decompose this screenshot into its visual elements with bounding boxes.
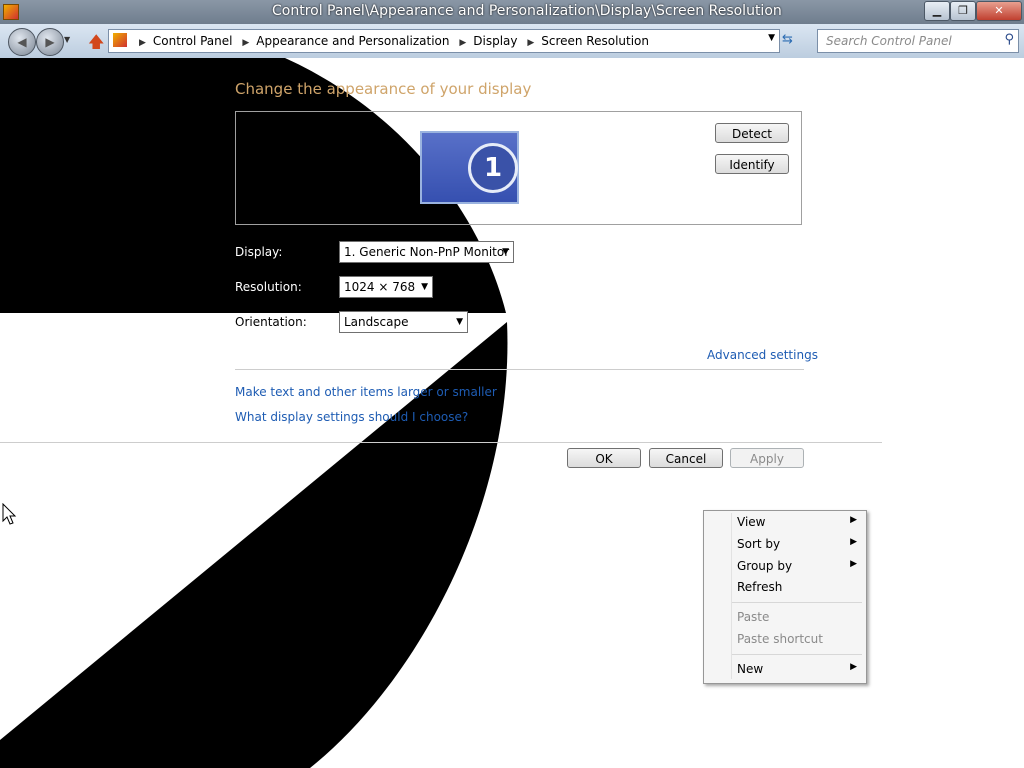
resolution-label: Resolution: (235, 280, 302, 294)
submenu-arrow-icon: ▶ (850, 559, 857, 569)
context-menu: View ▶ Sort by ▶ Group by ▶ Refresh Paste P… (703, 510, 867, 684)
divider (0, 442, 882, 443)
menu-item-paste[interactable]: Paste (737, 610, 857, 624)
menu-item-view[interactable]: View ▶ (737, 515, 857, 529)
cancel-button[interactable]: Cancel (649, 448, 723, 468)
chevron-down-icon: ▼ (502, 247, 509, 257)
monitor-1-icon[interactable]: 1 (420, 131, 519, 204)
orientation-value: Landscape (344, 315, 409, 329)
display-label: Display: (235, 245, 283, 259)
menu-item-new[interactable]: New ▶ (737, 662, 857, 676)
menu-item-refresh[interactable]: Refresh (737, 580, 857, 594)
divider (235, 369, 804, 370)
display-dropdown[interactable]: 1. Generic Non-PnP Monitor ▼ (339, 241, 514, 263)
chevron-down-icon: ▼ (421, 282, 428, 292)
mouse-cursor-icon (2, 503, 17, 525)
apply-button[interactable]: Apply (730, 448, 804, 468)
orientation-dropdown[interactable]: Landscape ▼ (339, 311, 468, 333)
text-size-link[interactable]: Make text and other items larger or smal… (235, 385, 497, 399)
chevron-down-icon: ▼ (456, 317, 463, 327)
identify-button[interactable]: Identify (715, 154, 789, 174)
content-area: Change the appearance of your display 1 … (0, 58, 1024, 768)
page-title: Change the appearance of your display (235, 80, 532, 98)
menu-item-group-by[interactable]: Group by ▶ (737, 559, 857, 573)
menu-separator (732, 654, 862, 655)
resolution-value: 1024 × 768 (344, 280, 416, 294)
ok-button[interactable]: OK (567, 448, 641, 468)
submenu-arrow-icon: ▶ (850, 537, 857, 547)
resolution-dropdown[interactable]: 1024 × 768 ▼ (339, 276, 433, 298)
advanced-settings-link[interactable]: Advanced settings (707, 348, 818, 362)
menu-item-paste-shortcut[interactable]: Paste shortcut (737, 632, 857, 646)
orientation-label: Orientation: (235, 315, 307, 329)
detect-button[interactable]: Detect (715, 123, 789, 143)
menu-separator (732, 602, 862, 603)
help-link[interactable]: What display settings should I choose? (235, 410, 468, 424)
menu-item-sort-by[interactable]: Sort by ▶ (737, 537, 857, 551)
submenu-arrow-icon: ▶ (850, 662, 857, 672)
display-value: 1. Generic Non-PnP Monitor (344, 245, 510, 259)
submenu-arrow-icon: ▶ (850, 515, 857, 525)
monitor-number: 1 (468, 143, 518, 193)
